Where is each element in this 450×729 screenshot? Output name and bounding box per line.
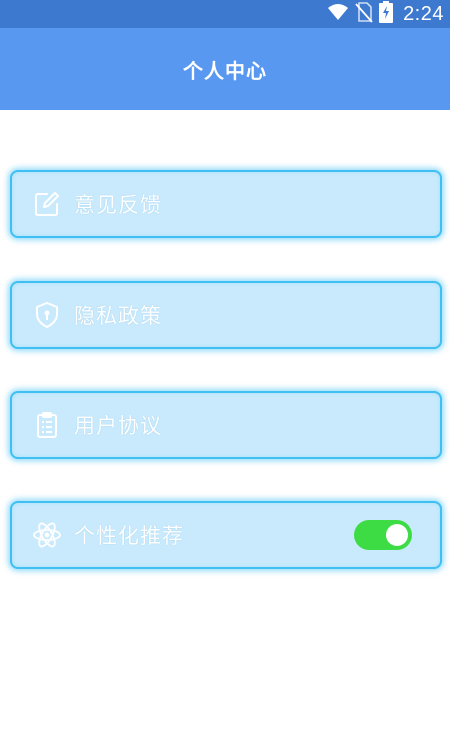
- atom-icon: [32, 520, 62, 550]
- status-icons: 2:24: [327, 0, 444, 28]
- status-bar: 2:24: [0, 0, 450, 28]
- status-time: 2:24: [403, 2, 444, 25]
- menu-item-user-agreement[interactable]: 用户协议: [10, 391, 442, 459]
- page-title: 个人中心: [183, 58, 267, 83]
- edit-icon: [32, 189, 62, 219]
- no-sim-icon: [355, 1, 373, 27]
- menu-item-label: 意见反馈: [74, 193, 162, 217]
- toggle-knob: [386, 524, 408, 546]
- wifi-icon: [327, 3, 349, 25]
- menu-item-feedback[interactable]: 意见反馈: [10, 170, 442, 238]
- menu-item-label: 用户协议: [74, 414, 162, 438]
- clipboard-icon: [32, 410, 62, 440]
- personalized-recommendation-toggle[interactable]: [354, 520, 412, 550]
- battery-charging-icon: [379, 1, 394, 27]
- app-header: 个人中心: [0, 28, 450, 110]
- menu-item-label: 隐私政策: [74, 304, 162, 328]
- shield-icon: [32, 300, 62, 330]
- menu-item-privacy-policy[interactable]: 隐私政策: [10, 281, 442, 349]
- menu-item-personalized-recommendation: 个性化推荐: [10, 501, 442, 569]
- menu-item-label: 个性化推荐: [74, 524, 184, 548]
